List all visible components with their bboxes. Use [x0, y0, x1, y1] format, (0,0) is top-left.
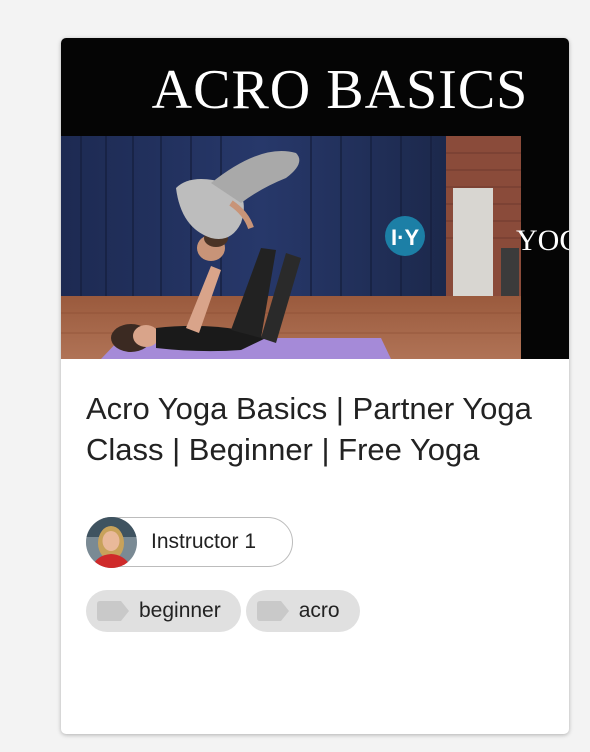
tag-chip-acro[interactable]: acro	[245, 590, 360, 632]
thumbnail-banner-text: ACRO BASICS	[152, 59, 529, 121]
tag-chip-beginner[interactable]: beginner	[86, 590, 241, 632]
tag-icon	[97, 601, 129, 621]
avatar	[86, 516, 137, 568]
thumbnail-logo-text: YOG	[516, 224, 569, 257]
video-card[interactable]: ACRO BASICS YOG I·Y	[61, 38, 569, 734]
tag-label: acro	[298, 599, 340, 622]
instructor-chip[interactable]: Instructor 1	[86, 516, 293, 568]
instructor-name: Instructor 1	[151, 530, 257, 553]
tag-icon	[256, 601, 289, 621]
svg-text:I·Y: I·Y	[391, 225, 419, 250]
tag-list: beginner acro	[86, 590, 360, 632]
tag-label: beginner	[139, 599, 221, 622]
video-title[interactable]: Acro Yoga Basics | Partner Yoga Class | …	[86, 388, 546, 470]
video-thumbnail[interactable]: ACRO BASICS YOG I·Y	[61, 38, 569, 359]
